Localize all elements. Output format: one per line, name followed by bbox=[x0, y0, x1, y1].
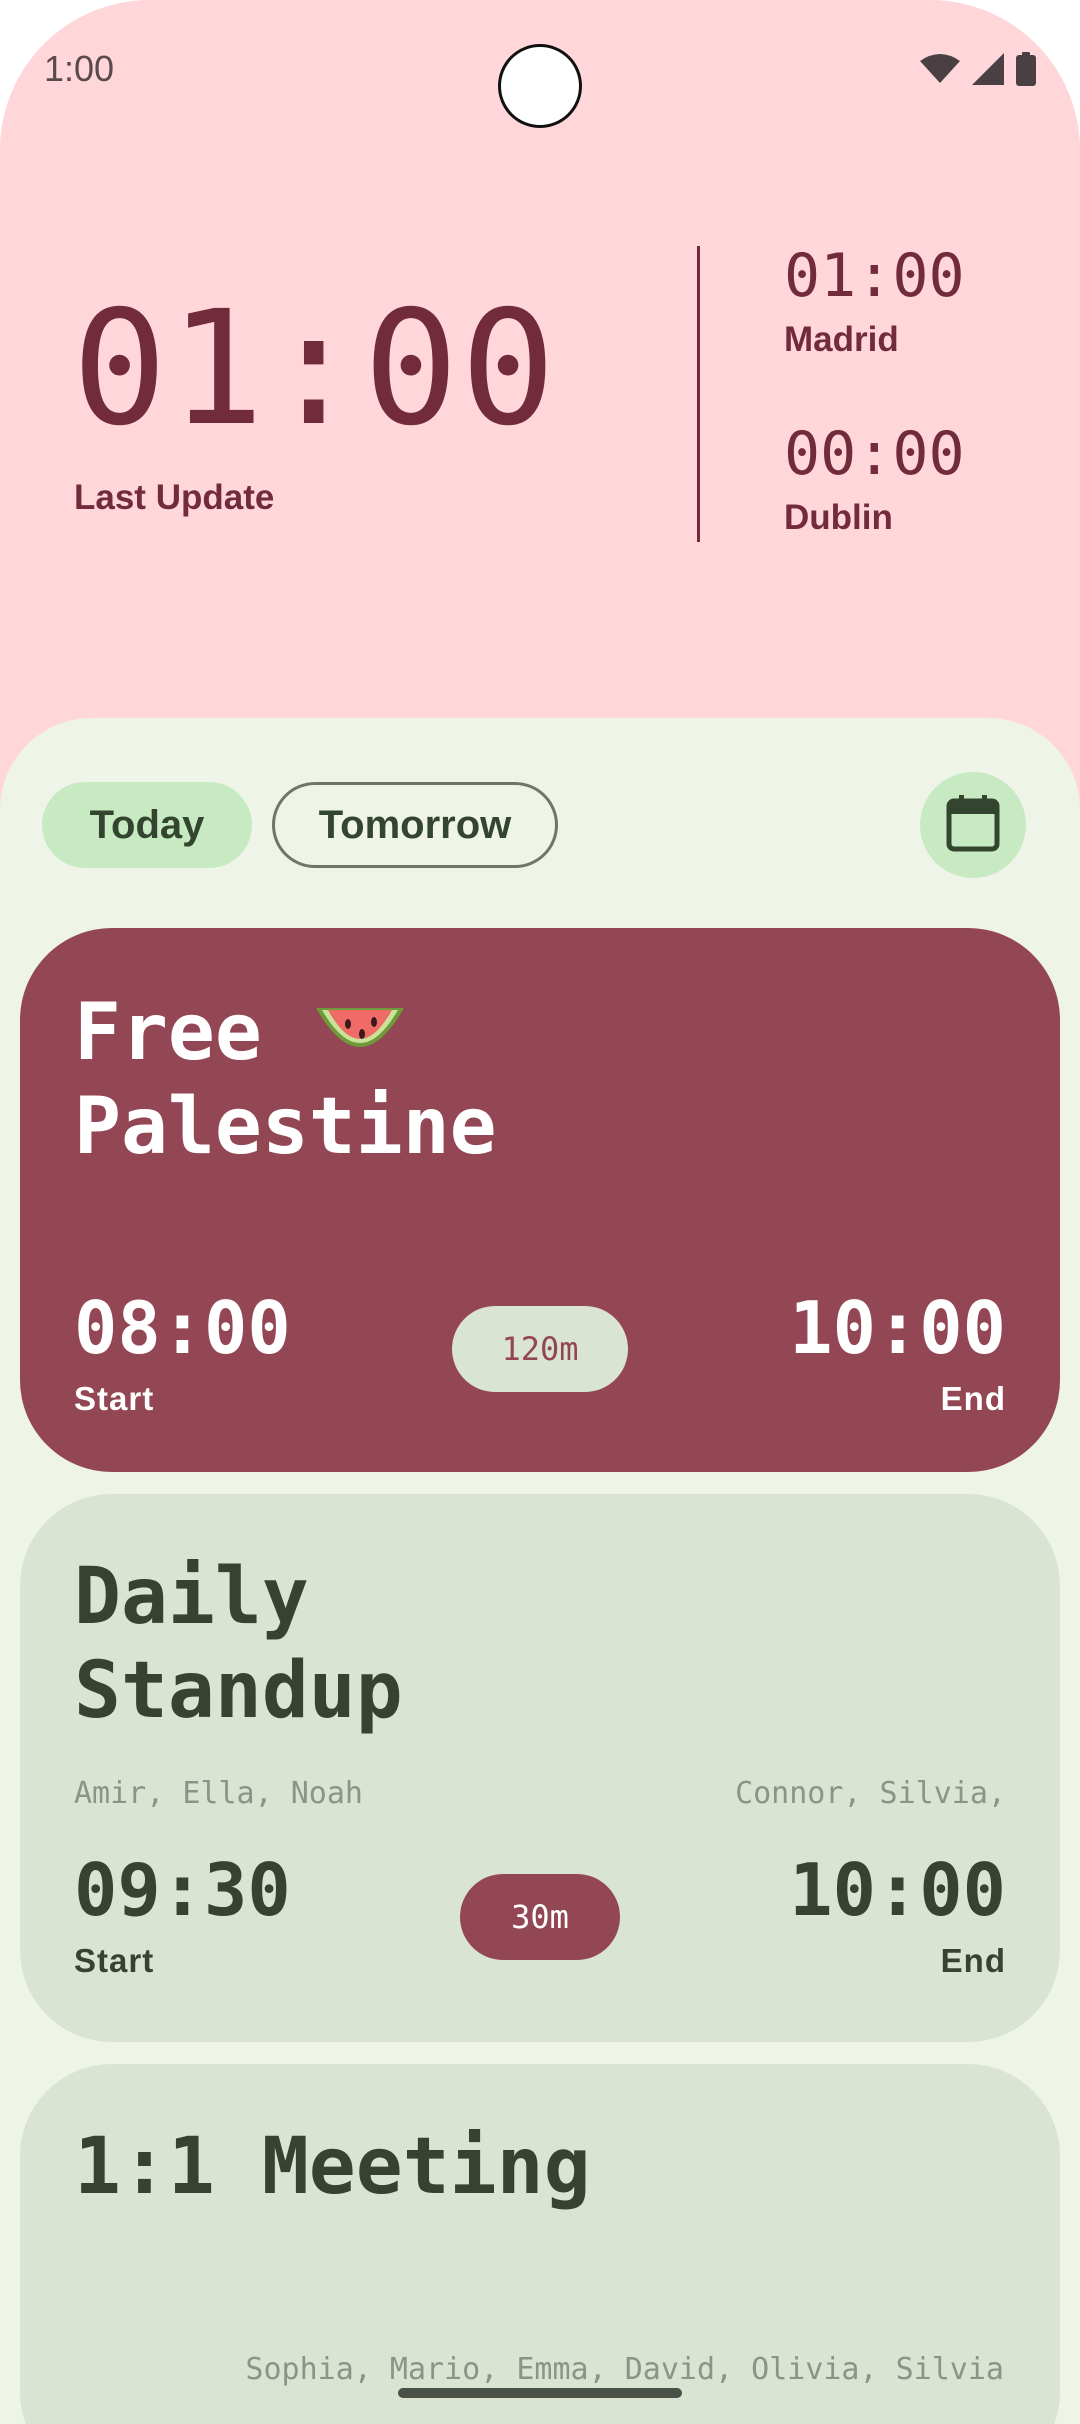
tomorrow-chip[interactable]: Tomorrow bbox=[272, 782, 558, 868]
clock-divider bbox=[697, 246, 700, 542]
event-end: 10:00 End bbox=[789, 1854, 1006, 1980]
event-end: 10:00 End bbox=[789, 1292, 1006, 1418]
event-card-daily-standup[interactable]: Daily Standup Amir, Ella, Noah Connor, S… bbox=[20, 1494, 1060, 2042]
camera-cutout bbox=[498, 44, 582, 128]
battery-icon bbox=[1016, 52, 1036, 91]
event-title: 1:1 Meeting bbox=[74, 2122, 591, 2212]
duration-badge: 30m bbox=[460, 1874, 620, 1960]
duration-badge: 120m bbox=[452, 1306, 628, 1392]
home-indicator[interactable] bbox=[398, 2388, 682, 2398]
last-update-label: Last Update bbox=[74, 478, 275, 517]
event-card-one-on-one[interactable]: 1:1 Meeting Sophia, Mario, Emma, David, … bbox=[20, 2064, 1060, 2424]
timezone-time: 00:00 bbox=[784, 419, 965, 489]
event-start: 08:00 Start bbox=[74, 1292, 291, 1418]
end-time: 10:00 bbox=[789, 1286, 1006, 1370]
status-time: 1:00 bbox=[44, 48, 115, 89]
watermelon-icon bbox=[310, 990, 410, 1081]
event-title: Free Palestine bbox=[74, 986, 497, 1174]
cellular-signal-icon bbox=[972, 53, 1004, 90]
timezone-city: Dublin bbox=[784, 498, 893, 537]
end-label: End bbox=[940, 1942, 1006, 1979]
attendees-right: Connor, Silvia, bbox=[735, 1776, 1006, 1811]
status-bar: 1:00 bbox=[0, 0, 1080, 140]
local-time: 01:00 bbox=[72, 277, 558, 461]
app-screen: 1:00 01:00 Last Update 01:00 Madrid 00:0… bbox=[0, 0, 1080, 2424]
attendees-left: Amir, Ella, Noah bbox=[74, 1776, 363, 1811]
end-time: 10:00 bbox=[789, 1848, 1006, 1932]
timezone-city: Madrid bbox=[784, 320, 899, 359]
timezone-dublin: 00:00 Dublin bbox=[784, 424, 965, 538]
event-card-free-palestine[interactable]: Free Palestine 08:00 Start 120m 10:00 En… bbox=[20, 928, 1060, 1472]
status-icons bbox=[920, 52, 1036, 91]
events-sheet: Today Tomorrow Free Palestine 08:00 Star… bbox=[0, 718, 1080, 2424]
attendees: Sophia, Mario, Emma, David, Olivia, Silv… bbox=[245, 2352, 1004, 2387]
calendar-icon bbox=[945, 793, 1001, 858]
start-time: 09:30 bbox=[74, 1848, 291, 1932]
today-chip[interactable]: Today bbox=[42, 782, 252, 868]
calendar-button[interactable] bbox=[920, 772, 1026, 878]
end-label: End bbox=[940, 1380, 1006, 1417]
start-label: Start bbox=[74, 1380, 155, 1417]
event-title-text: Free Palestine bbox=[74, 988, 497, 1172]
start-time: 08:00 bbox=[74, 1286, 291, 1370]
wifi-icon bbox=[920, 53, 960, 90]
timezone-madrid: 01:00 Madrid bbox=[784, 246, 965, 360]
event-title: Daily Standup bbox=[74, 1552, 403, 1736]
start-label: Start bbox=[74, 1942, 155, 1979]
event-start: 09:30 Start bbox=[74, 1854, 291, 1980]
timezone-time: 01:00 bbox=[784, 241, 965, 311]
